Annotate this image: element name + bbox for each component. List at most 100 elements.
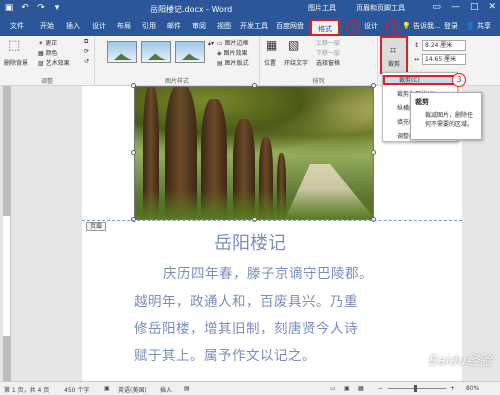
resize-handle[interactable]: [131, 150, 136, 155]
wrap-text-button[interactable]: 环绕文字: [284, 58, 308, 67]
tab-developer[interactable]: 开发工具: [240, 21, 268, 31]
tab-baidu-netdisk[interactable]: 百度网盘: [276, 21, 304, 31]
minimize-icon[interactable]: —: [451, 2, 460, 12]
tab-layout[interactable]: 布局: [117, 21, 131, 31]
resize-handle[interactable]: [131, 83, 136, 88]
picture-layout-button[interactable]: ▤ 图片版式: [217, 58, 249, 67]
redo-icon[interactable]: ↷: [36, 3, 46, 13]
height-icon: ↕: [414, 42, 420, 49]
zoom-slider-thumb[interactable]: [414, 385, 417, 392]
paragraph-line: 庆历四年春，滕子京谪守巴陵郡。: [163, 266, 373, 282]
macro-icon[interactable]: ▤: [184, 385, 190, 392]
picture-border-button[interactable]: ▭ 图片边框: [217, 38, 249, 47]
window-title: 岳阳楼记.docx - Word: [150, 5, 233, 14]
art-effect-button[interactable]: ▨ 艺术效果: [38, 58, 70, 67]
tab-view[interactable]: 视图: [217, 21, 231, 31]
login-link[interactable]: 登录: [444, 21, 458, 31]
group-adjust-label: 调整: [40, 78, 53, 85]
close-icon[interactable]: ✕: [488, 2, 496, 12]
tab-mailings[interactable]: 邮件: [167, 21, 181, 31]
height-field[interactable]: 8.24 厘米: [422, 40, 466, 51]
tab-format[interactable]: 格式: [310, 19, 340, 36]
insert-mode[interactable]: 插入: [160, 385, 172, 394]
picture-layout-label: 图片版式: [224, 60, 249, 67]
style-thumbnail[interactable]: [141, 41, 171, 63]
menu-item-crop[interactable]: 裁剪(C): [383, 75, 457, 85]
paragraph-line: 越明年，政通人和，百废具兴。乃重: [134, 294, 358, 310]
crop-button[interactable]: ⌗ 裁剪: [380, 36, 408, 74]
zoom-in-icon[interactable]: +: [450, 385, 455, 392]
selection-pane-button[interactable]: 选择窗格: [316, 58, 340, 67]
tab-design[interactable]: 设计: [92, 21, 106, 31]
change-picture-icon[interactable]: ⟳: [84, 48, 89, 55]
tell-me-placeholder: 告诉我...: [412, 22, 441, 30]
picture-effect-label: 图片效果: [223, 50, 248, 57]
crop-icon: ⌗: [390, 44, 397, 57]
proofing-icon[interactable]: ▣: [104, 385, 110, 392]
bring-forward-button[interactable]: 上移一层: [316, 38, 340, 47]
zoom-slider[interactable]: [388, 388, 446, 389]
compress-icon[interactable]: ⧉: [84, 38, 88, 46]
tooltip-title: 裁剪: [415, 98, 429, 106]
print-layout-icon[interactable]: ▣: [344, 385, 350, 392]
tab-references[interactable]: 引用: [142, 21, 156, 31]
read-mode-icon[interactable]: ▭: [330, 385, 336, 392]
tree-road-photo[interactable]: [134, 86, 374, 220]
tab-insert[interactable]: 插入: [66, 21, 80, 31]
web-layout-icon[interactable]: ▦: [358, 385, 364, 392]
tab-home[interactable]: 开始: [40, 21, 54, 31]
tab-design-hf[interactable]: 设计: [364, 21, 378, 31]
color-button[interactable]: ▦ 颜色: [38, 48, 58, 57]
paragraph-line: 赋于其上。属予作文以记之。: [134, 348, 316, 364]
tab-file[interactable]: 文件: [10, 21, 24, 31]
title-bar: ▣ ↶ ↷ ▾ 岳阳楼记.docx - Word 图片工具 页眉和页脚工具 ▭ …: [0, 0, 500, 18]
group-picture-styles: ▴▾ ▭ 图片边框 ◈ 图片效果 ▤ 图片版式 图片样式: [95, 36, 260, 86]
maximize-icon[interactable]: □: [470, 2, 479, 12]
position-button[interactable]: 位置: [264, 58, 276, 67]
style-thumbnail[interactable]: [107, 41, 137, 63]
ruler-margin: [3, 86, 11, 216]
language-indicator[interactable]: 英语(美国): [118, 385, 147, 394]
zoom-level[interactable]: 80%: [466, 385, 479, 392]
undo-icon[interactable]: ↶: [20, 3, 30, 13]
photo-grass: [135, 189, 373, 219]
document-title: 岳阳楼记: [214, 233, 286, 254]
picture-effect-button[interactable]: ◈ 图片效果: [217, 48, 248, 57]
customize-icon[interactable]: ▾: [52, 3, 62, 13]
group-adjust: ⬚ 删除背景 ☀ 更正 ▦ 颜色 ▨ 艺术效果 ⧉ ⟳ ↺ 调整: [0, 36, 95, 86]
crop-tooltip: 裁剪 裁减图片，删除任何不需要的区域。: [410, 92, 482, 140]
correct-button[interactable]: ☀ 更正: [38, 38, 57, 47]
position-icon: ▦: [266, 38, 278, 52]
gallery-scroll-icon[interactable]: ▴▾: [208, 40, 214, 47]
share-button[interactable]: 👤 共享: [466, 21, 491, 31]
width-field[interactable]: 14.65 厘米: [422, 54, 466, 65]
header-boundary: [82, 220, 462, 221]
watermark: Baidu经验: [429, 354, 492, 369]
resize-handle[interactable]: [371, 83, 376, 88]
tell-me-search[interactable]: 💡 告诉我...: [402, 21, 441, 31]
tooltip-description: 裁减图片，删除任何不需要的区域。: [425, 112, 474, 128]
wrap-text-icon: ▧: [288, 38, 300, 52]
crop-menu-label: 裁剪(C): [399, 77, 420, 84]
picture-border-label: 图片边框: [224, 40, 249, 47]
ribbon-tabs: 文件 开始 插入 设计 布局 引用 邮件 审阅 视图 开发工具 百度网盘 格式 …: [0, 18, 500, 36]
resize-handle[interactable]: [252, 83, 257, 88]
ruler-margin: [3, 336, 11, 381]
reset-picture-icon[interactable]: ↺: [84, 58, 89, 65]
send-backward-button[interactable]: 下移一层: [316, 48, 340, 57]
group-arrange: ▦ 位置 ▧ 环绕文字 上移一层 下移一层 选择窗格 排列: [260, 36, 378, 86]
style-thumbnail[interactable]: [175, 41, 205, 63]
remove-background-button[interactable]: 删除背景: [4, 58, 28, 67]
page-count[interactable]: 第 1 页，共 4 页: [4, 385, 49, 394]
annotation-3: 3: [452, 73, 466, 87]
word-count[interactable]: 450 个字: [64, 385, 89, 394]
tab-review[interactable]: 审阅: [192, 21, 206, 31]
window-controls: ▭ — □ ✕: [432, 2, 496, 12]
zoom-out-icon[interactable]: −: [378, 385, 383, 392]
resize-handle[interactable]: [371, 150, 376, 155]
correct-label: 更正: [45, 40, 58, 47]
context-tab-picture-tools: 图片工具: [308, 4, 336, 12]
group-arrange-label: 排列: [312, 78, 325, 85]
ribbon-display-icon[interactable]: ▭: [432, 2, 441, 12]
save-icon[interactable]: ▣: [4, 3, 14, 13]
